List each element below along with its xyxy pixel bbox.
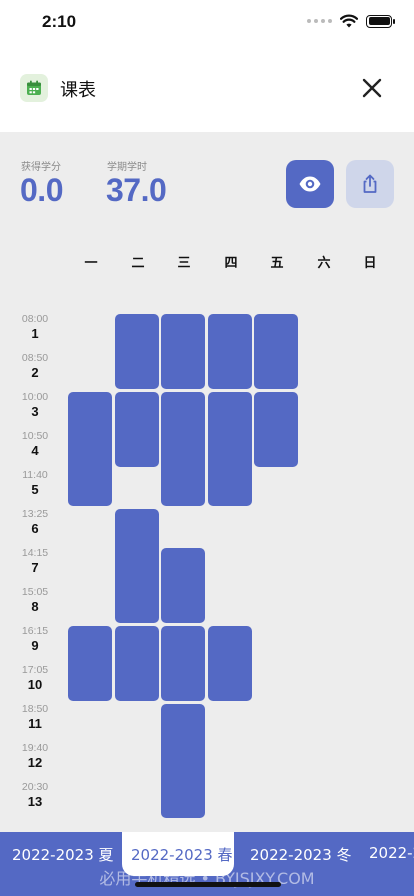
course-block[interactable] xyxy=(161,704,205,818)
period-number: 12 xyxy=(27,755,43,770)
course-block[interactable] xyxy=(254,314,298,389)
period-number: 9 xyxy=(31,638,39,653)
period-label: 20:30 13 xyxy=(14,781,56,809)
calendar-icon xyxy=(20,74,48,102)
period-label: 18:50 11 xyxy=(14,703,56,731)
semester-tab-active[interactable]: 2022-2023 春 xyxy=(131,844,233,865)
period-time: 14:15 xyxy=(21,547,49,559)
period-number: 13 xyxy=(27,794,43,809)
period-number: 1 xyxy=(31,326,39,341)
credits-label: 获得学分 xyxy=(21,162,61,173)
period-number: 6 xyxy=(31,521,39,536)
home-indicator[interactable] xyxy=(135,882,281,887)
period-label: 16:15 9 xyxy=(14,625,56,653)
status-bar: 2:10 xyxy=(0,0,414,46)
period-time: 10:00 xyxy=(21,391,49,403)
toggle-visibility-button[interactable] xyxy=(286,160,334,208)
period-time: 11:40 xyxy=(22,469,48,481)
semester-tab[interactable]: 2022-2023 夏 xyxy=(12,844,114,865)
course-block[interactable] xyxy=(208,392,252,506)
period-number: 5 xyxy=(31,482,39,497)
day-thu: 四 xyxy=(224,256,238,271)
close-icon[interactable] xyxy=(360,76,384,100)
period-time: 10:50 xyxy=(21,430,49,442)
period-label: 08:00 1 xyxy=(14,313,56,341)
course-block[interactable] xyxy=(115,509,159,623)
eye-icon xyxy=(299,176,321,192)
period-label: 15:05 8 xyxy=(14,586,56,614)
course-block[interactable] xyxy=(115,626,159,701)
period-number: 4 xyxy=(31,443,39,458)
period-time: 20:30 xyxy=(21,781,49,793)
hours-label: 学期学时 xyxy=(107,162,147,173)
period-label: 10:00 3 xyxy=(14,391,56,419)
course-block[interactable] xyxy=(68,626,112,701)
period-label: 14:15 7 xyxy=(14,547,56,575)
period-number: 10 xyxy=(27,677,43,692)
status-icons xyxy=(307,14,395,28)
course-block[interactable] xyxy=(254,392,298,467)
share-button[interactable] xyxy=(346,160,394,208)
course-block[interactable] xyxy=(68,392,112,506)
period-label: 10:50 4 xyxy=(14,430,56,458)
header: 课表 xyxy=(0,46,414,132)
period-label: 13:25 6 xyxy=(14,508,56,536)
period-time: 08:50 xyxy=(21,352,49,364)
day-sun: 日 xyxy=(363,256,377,271)
period-label: 19:40 12 xyxy=(14,742,56,770)
day-sat: 六 xyxy=(317,256,331,271)
period-time: 17:05 xyxy=(21,664,49,676)
day-tue: 二 xyxy=(131,256,145,271)
day-fri: 五 xyxy=(270,256,284,271)
period-time: 18:50 xyxy=(21,703,49,715)
hours-value: 37.0 xyxy=(106,172,167,208)
period-number: 3 xyxy=(31,404,39,419)
period-number: 7 xyxy=(31,560,39,575)
day-wed: 三 xyxy=(177,256,191,271)
status-time: 2:10 xyxy=(42,12,77,31)
period-time: 08:00 xyxy=(21,313,49,325)
period-label: 08:50 2 xyxy=(14,352,56,380)
credits-value: 0.0 xyxy=(20,172,63,208)
period-time: 13:25 xyxy=(21,508,49,520)
share-icon xyxy=(363,174,377,193)
course-block[interactable] xyxy=(115,392,159,467)
period-time: 19:40 xyxy=(21,742,49,754)
page-title: 课表 xyxy=(60,80,96,101)
period-time: 16:15 xyxy=(21,625,49,637)
course-block[interactable] xyxy=(161,626,205,701)
wifi-icon xyxy=(340,14,358,28)
period-label: 11:40 5 xyxy=(14,469,56,497)
course-block[interactable] xyxy=(208,314,252,389)
course-block[interactable] xyxy=(161,392,205,506)
day-mon: 一 xyxy=(84,256,98,271)
semester-tab[interactable]: 2022-2 xyxy=(369,844,414,862)
semester-tab[interactable]: 2022-2023 冬 xyxy=(250,844,352,865)
signal-icon xyxy=(307,19,332,23)
battery-icon xyxy=(366,14,395,28)
course-block[interactable] xyxy=(161,548,205,623)
period-label: 17:05 10 xyxy=(14,664,56,692)
period-number: 8 xyxy=(31,599,39,614)
course-block[interactable] xyxy=(115,314,159,389)
course-block[interactable] xyxy=(208,626,252,701)
course-block[interactable] xyxy=(161,314,205,389)
period-number: 2 xyxy=(31,365,39,380)
period-time: 15:05 xyxy=(21,586,49,598)
period-number: 11 xyxy=(28,716,42,731)
